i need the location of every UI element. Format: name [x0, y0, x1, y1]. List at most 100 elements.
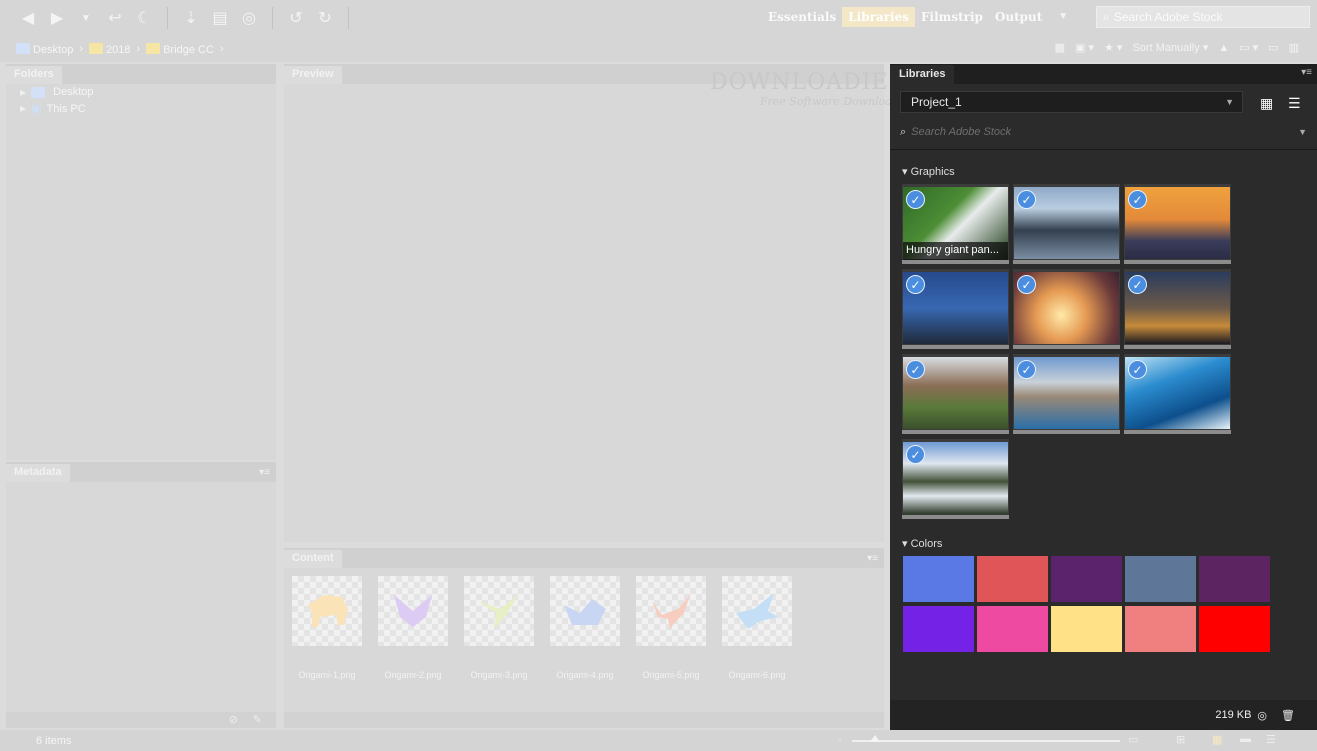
dropdown-caret-icon[interactable]: ▼: [76, 13, 96, 24]
lock-grid-icon[interactable]: ⊞: [1176, 733, 1185, 746]
color-swatch[interactable]: [1125, 606, 1196, 652]
view-details-icon[interactable]: ▬: [1240, 733, 1251, 745]
graphic-item[interactable]: ✓: [1124, 269, 1231, 349]
stock-search-input[interactable]: ⌕ Search Adobe Stock: [1096, 6, 1310, 28]
content-item[interactable]: Origami-5.png: [636, 576, 706, 680]
color-swatch[interactable]: [903, 606, 974, 652]
workspace-output[interactable]: Output: [989, 7, 1048, 27]
trash-icon[interactable]: 🗑: [1281, 709, 1295, 722]
content-item-label: Origami-2.png: [384, 670, 442, 680]
chevron-down-icon[interactable]: ▼: [1298, 127, 1307, 137]
graphic-item[interactable]: ✓: [1124, 354, 1231, 434]
synced-check-icon: ✓: [906, 190, 925, 209]
color-swatch[interactable]: [977, 556, 1048, 602]
recent-folders-icon[interactable]: ▭ ▾: [1239, 41, 1258, 54]
view-list-icon[interactable]: ☰: [1266, 733, 1276, 746]
content-item[interactable]: Origami-2.png: [378, 576, 448, 680]
grid-view-icon[interactable]: ▦: [1260, 95, 1273, 112]
graphic-item[interactable]: ✓ Hungry giant pan...: [902, 184, 1009, 264]
new-folder-icon[interactable]: ▭: [1268, 41, 1278, 54]
restrict-icon[interactable]: ⊘: [229, 713, 238, 726]
content-item[interactable]: Origami-6.png: [722, 576, 792, 680]
colors-section-heading[interactable]: ▾ Colors: [902, 537, 942, 550]
graphic-item[interactable]: ✓: [1013, 184, 1120, 264]
synced-check-icon: ✓: [1017, 275, 1036, 294]
workspace-menu-icon[interactable]: ▼: [1048, 7, 1078, 27]
content-item[interactable]: Origami-4.png: [550, 576, 620, 680]
workspace-filmstrip[interactable]: Filmstrip: [915, 7, 989, 27]
rating-filter-icon[interactable]: ★ ▾: [1104, 41, 1122, 54]
rotate-right-icon[interactable]: ↻: [315, 8, 335, 28]
edit-icon[interactable]: ✎: [253, 713, 262, 726]
metadata-tabbar: Metadata ▾≡: [6, 462, 276, 482]
color-swatch[interactable]: [1199, 556, 1270, 602]
library-search-placeholder: Search Adobe Stock: [911, 126, 1012, 138]
tab-metadata[interactable]: Metadata: [6, 464, 70, 482]
graphic-item[interactable]: ✓: [902, 354, 1009, 434]
tab-folders[interactable]: Folders: [6, 66, 62, 84]
content-item[interactable]: Origami-3.png: [464, 576, 534, 680]
graphic-caption: Hungry giant pan...: [903, 242, 1008, 260]
tab-libraries[interactable]: Libraries: [890, 65, 955, 84]
thumbnail: [550, 576, 620, 646]
creative-cloud-icon[interactable]: ◎: [1257, 709, 1267, 722]
boomerang-icon[interactable]: ↩: [105, 8, 125, 28]
sort-menu[interactable]: Sort Manually ▾: [1132, 41, 1208, 54]
breadcrumb-2018[interactable]: 2018: [89, 42, 131, 56]
tab-preview[interactable]: Preview: [284, 66, 342, 84]
color-swatch[interactable]: [977, 606, 1048, 652]
breadcrumb-bridge-cc[interactable]: Bridge CC: [146, 42, 214, 56]
library-stock-search[interactable]: ⌕ Search Adobe Stock ▼: [900, 123, 1307, 141]
get-photos-icon[interactable]: ⇣: [181, 8, 201, 28]
graphic-underline: [902, 430, 1009, 434]
open-in-camera-raw-icon[interactable]: ◎: [239, 8, 259, 28]
workspace-essentials[interactable]: Essentials: [762, 7, 842, 27]
search-icon: ⌕: [1103, 9, 1110, 24]
color-swatch[interactable]: [1199, 606, 1270, 652]
expand-arrow-icon[interactable]: ▶: [20, 104, 26, 113]
panel-menu-icon[interactable]: ▾≡: [253, 467, 276, 482]
synced-check-icon: ✓: [1128, 275, 1147, 294]
forward-arrow-icon[interactable]: ▶: [47, 8, 67, 28]
rotate-left-icon[interactable]: ↺: [286, 8, 306, 28]
color-swatch[interactable]: [903, 556, 974, 602]
delete-icon[interactable]: ▥: [1289, 41, 1299, 54]
thumbnail: [722, 576, 792, 646]
color-swatch[interactable]: [1051, 606, 1122, 652]
graphic-item[interactable]: ✓: [1013, 354, 1120, 434]
graphic-item[interactable]: ✓: [902, 269, 1009, 349]
color-swatch[interactable]: [1051, 556, 1122, 602]
graphic-item[interactable]: ✓: [1013, 269, 1120, 349]
thumbnail-small-icon: ▫: [838, 734, 842, 744]
preview-panel: Preview: [284, 64, 884, 542]
graphic-underline: [902, 515, 1009, 519]
color-swatch[interactable]: [1125, 556, 1196, 602]
library-selector[interactable]: Project_1 ▼: [900, 91, 1243, 113]
sort-ascending-icon[interactable]: ▲: [1218, 42, 1229, 54]
thumbnail-size-slider[interactable]: [852, 735, 1120, 742]
breadcrumb-desktop[interactable]: Desktop: [16, 42, 73, 56]
view-thumbnails-icon[interactable]: ▦: [1212, 733, 1222, 746]
list-view-icon[interactable]: ☰: [1288, 95, 1301, 112]
moon-icon[interactable]: ☾: [134, 8, 154, 28]
libraries-panel: Libraries ▾≡ Project_1 ▼ ▦ ☰ ⌕ Search Ad…: [890, 64, 1317, 730]
folder-tree-item-desktop[interactable]: ▶ Desktop: [6, 84, 276, 100]
tab-content[interactable]: Content: [284, 550, 342, 568]
divider: [890, 149, 1317, 150]
workspace-libraries[interactable]: Libraries: [842, 7, 915, 27]
quality-icon[interactable]: ▩: [1055, 41, 1065, 54]
graphic-item[interactable]: ✓: [1124, 184, 1231, 264]
graphics-section-heading[interactable]: ▾ Graphics: [902, 165, 955, 178]
slider-handle[interactable]: [870, 735, 880, 742]
panel-menu-icon[interactable]: ▾≡: [861, 553, 884, 568]
back-arrow-icon[interactable]: ◀: [18, 8, 38, 28]
refine-icon[interactable]: ▤: [210, 8, 230, 28]
panel-menu-icon[interactable]: ▾≡: [1296, 67, 1317, 84]
content-item[interactable]: Origami-1.png: [292, 576, 362, 680]
expand-arrow-icon[interactable]: ▶: [20, 88, 26, 97]
view-mode-icon[interactable]: ▣ ▾: [1075, 41, 1094, 54]
graphic-underline: [902, 345, 1009, 349]
breadcrumb-separator-icon: ›: [79, 43, 84, 55]
graphic-item[interactable]: ✓: [902, 439, 1009, 519]
folder-tree-item-this-pc[interactable]: ▶ ▣ This PC: [6, 100, 276, 117]
